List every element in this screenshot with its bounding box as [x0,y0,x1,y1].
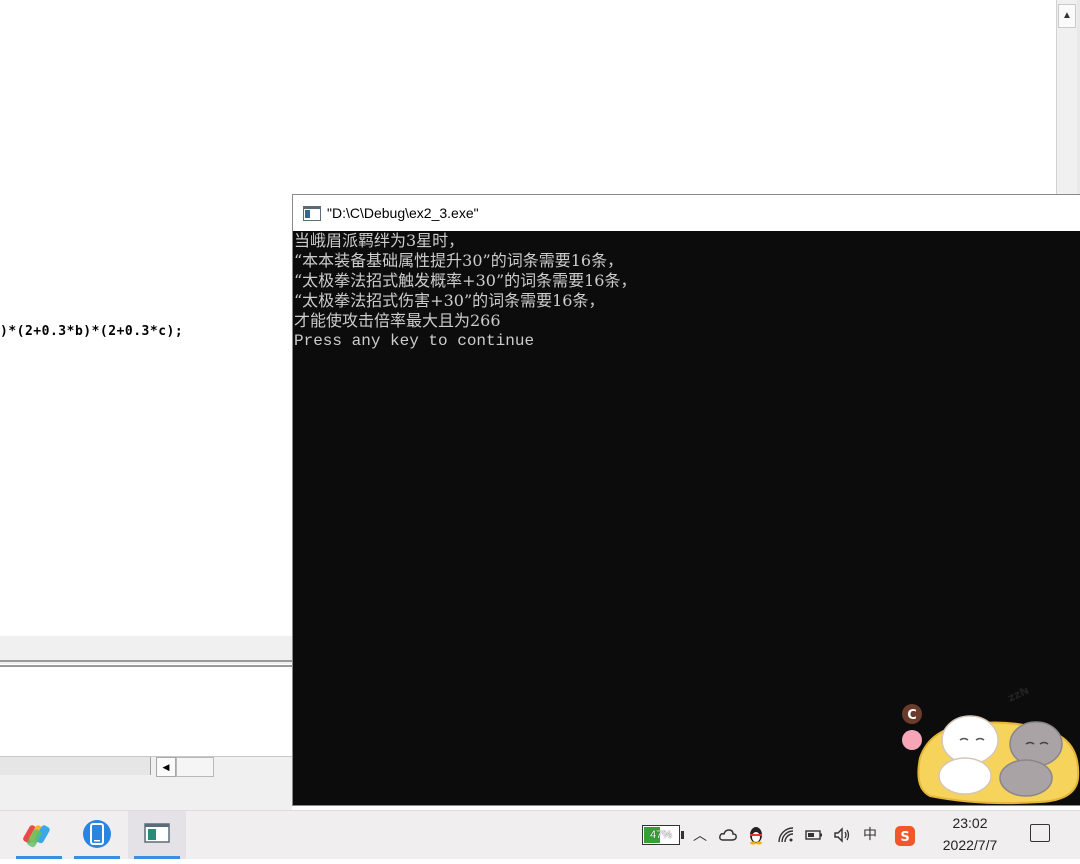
battery-indicator[interactable]: 47% [642,825,680,845]
sogou-label: S [900,830,909,845]
console-titlebar[interactable]: "D:\C\Debug\ex2_3.exe" [293,195,1080,231]
code-line: )*(2+0.3*b)*(2+0.3*c); [0,324,184,339]
ime-indicator[interactable]: 中 [860,825,880,845]
clock-time[interactable]: 23:02 [940,815,1000,831]
pane-divider [0,665,292,667]
wifi-icon[interactable] [776,825,796,845]
taskbar: 47% ︿ 中 S 23:02 2022/7/7 [0,810,1080,859]
output-pane[interactable] [0,668,292,756]
console-line: 当峨眉派羁绊为3星时， [294,231,465,250]
scroll-left-arrow-icon[interactable]: ◀ [156,757,176,777]
sogou-input-icon[interactable]: S [894,825,915,846]
console-line: Press any key to continue [294,332,535,350]
battery-percent: 47% [649,829,673,841]
scrollbar-track[interactable] [0,757,151,775]
console-line: 才能使攻击倍率最大且为266 [294,311,501,330]
sleep-zzz-text: zzN [1006,688,1031,705]
chevron-up-icon[interactable]: ︿ [690,825,710,845]
pane-divider [0,660,292,662]
editor-vertical-scrollbar[interactable] [1056,0,1077,200]
cloud-icon[interactable] [718,825,738,845]
battery-icon[interactable] [804,825,824,845]
console-line: “本本装备基础属性提升30”的词条需要16条， [294,251,624,270]
ide-status-strip [0,779,292,810]
battery-nub [681,831,684,839]
taskbar-app-phone-icon[interactable] [68,811,126,859]
console-app-icon [303,206,321,221]
scrollbar-thumb[interactable] [176,757,214,777]
notification-center-icon[interactable] [1030,824,1050,842]
sticker-flower-icon [902,730,922,750]
scroll-up-arrow-icon[interactable]: ▲ [1058,4,1076,28]
qq-penguin-icon[interactable] [746,825,766,845]
taskbar-app-console-icon[interactable] [128,811,186,859]
taskbar-app-colorful-icon[interactable] [10,811,68,859]
clock-date[interactable]: 2022/7/7 [930,837,1010,853]
cat-sticker-icon: C zzN [902,688,1080,805]
console-title: "D:\C\Debug\ex2_3.exe" [327,205,479,221]
sticker-badge-text: C [907,708,917,723]
console-line: “太极拳法招式伤害+30”的词条需要16条， [294,291,605,310]
speaker-icon[interactable] [832,825,852,845]
console-line: “太极拳法招式触发概率+30”的词条需要16条， [294,271,637,290]
